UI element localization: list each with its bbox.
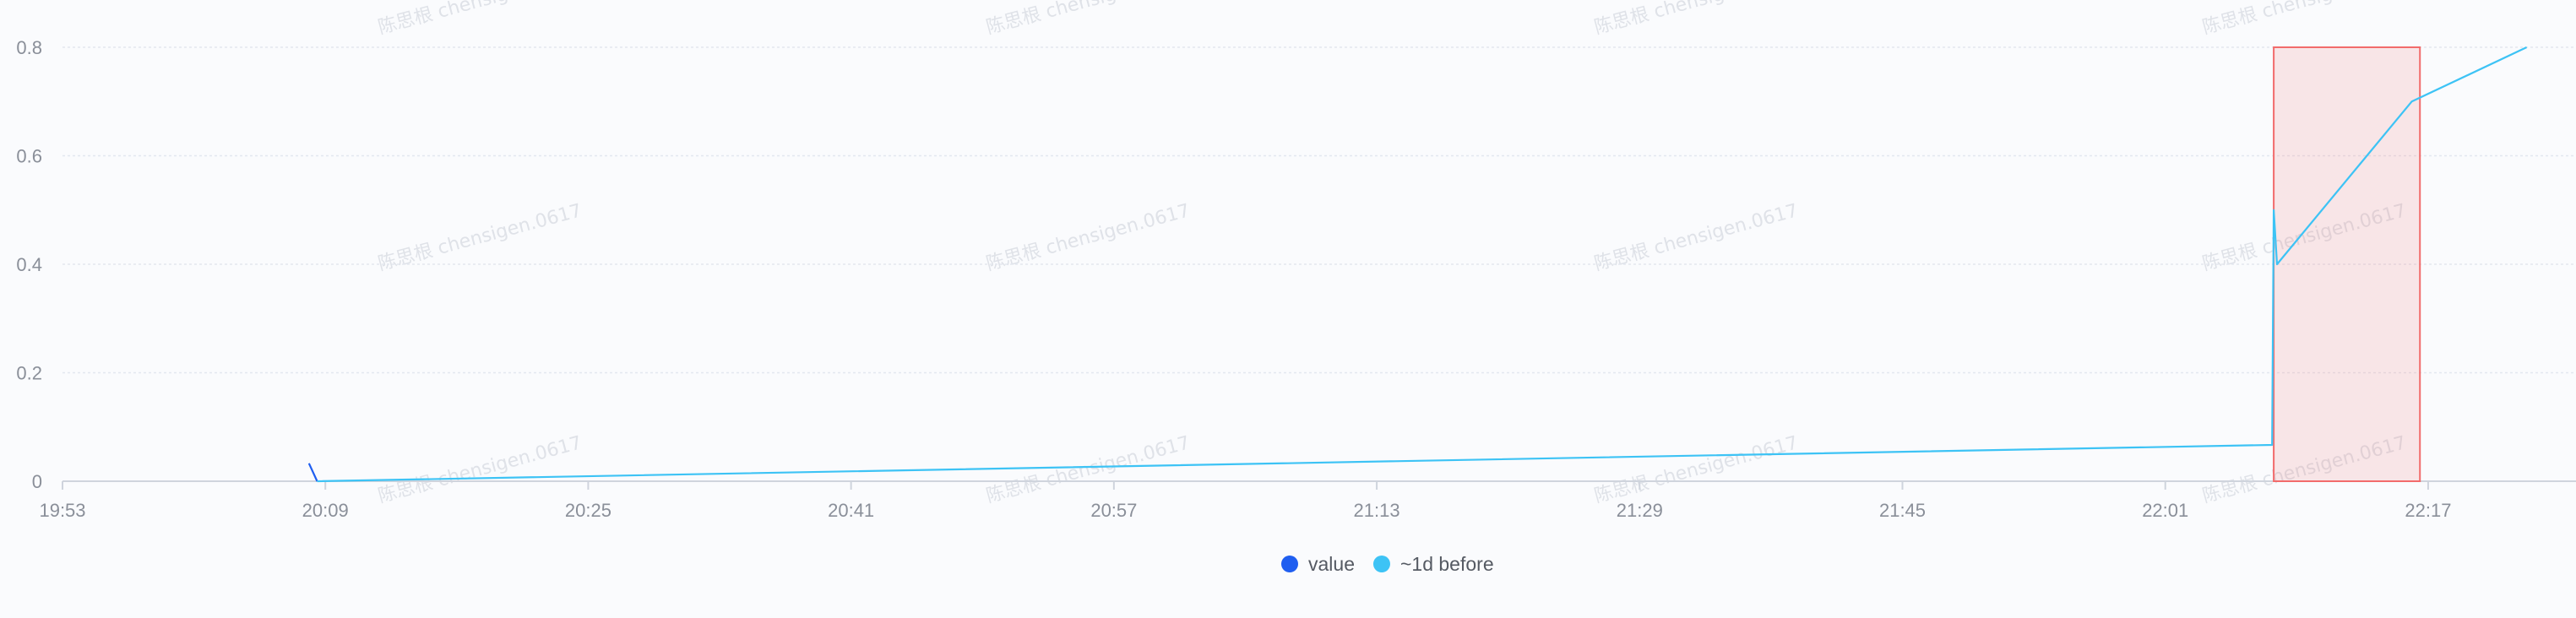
legend-label: value bbox=[1308, 553, 1355, 575]
y-tick-label: 0.6 bbox=[16, 146, 42, 167]
x-tick-label: 21:29 bbox=[1617, 500, 1663, 521]
watermark-text: 陈思根 chensigen.0617 bbox=[984, 0, 1193, 39]
y-tick-label: 0 bbox=[32, 471, 42, 492]
x-tick-label: 20:25 bbox=[565, 500, 611, 521]
x-tick-label: 20:57 bbox=[1090, 500, 1137, 521]
x-tick-label: 22:01 bbox=[2142, 500, 2188, 521]
x-tick-label: 20:09 bbox=[302, 500, 349, 521]
chart-canvas: 陈思根 chensigen.0617 陈思根 chensigen.0617 陈思根 … bbox=[16, 0, 2576, 575]
highlight-region bbox=[2273, 46, 2421, 482]
x-tick-label: 19:53 bbox=[39, 500, 85, 521]
x-tick-label: 21:13 bbox=[1354, 500, 1400, 521]
x-tick-label: 21:45 bbox=[1879, 500, 1926, 521]
watermark-text: 陈思根 chensigen.0617 bbox=[376, 432, 584, 507]
watermark-text: 陈思根 chensigen.0617 bbox=[376, 0, 584, 39]
watermark-text: 陈思根 chensigen.0617 bbox=[984, 432, 1193, 507]
legend-marker bbox=[1281, 556, 1298, 572]
legend-marker bbox=[1372, 556, 1390, 572]
x-tick-label: 20:41 bbox=[828, 500, 874, 521]
legend-label: ~1d before bbox=[1400, 553, 1494, 575]
y-tick-label: 0.8 bbox=[16, 37, 42, 58]
watermark-text: 陈思根 chensigen.0617 bbox=[2200, 0, 2409, 39]
series-line-value bbox=[307, 463, 318, 482]
y-tick-label: 0.2 bbox=[16, 363, 42, 384]
watermark-text: 陈思根 chensigen.0617 bbox=[1592, 0, 1801, 39]
x-tick-label: 22:17 bbox=[2405, 500, 2451, 521]
line-chart: 陈思根 chensigen.0617 陈思根 chensigen.0617 陈思根 … bbox=[0, 0, 2576, 618]
y-tick-label: 0.4 bbox=[16, 254, 42, 275]
watermark-text: 陈思根 chensigen.0617 bbox=[1592, 432, 1801, 507]
